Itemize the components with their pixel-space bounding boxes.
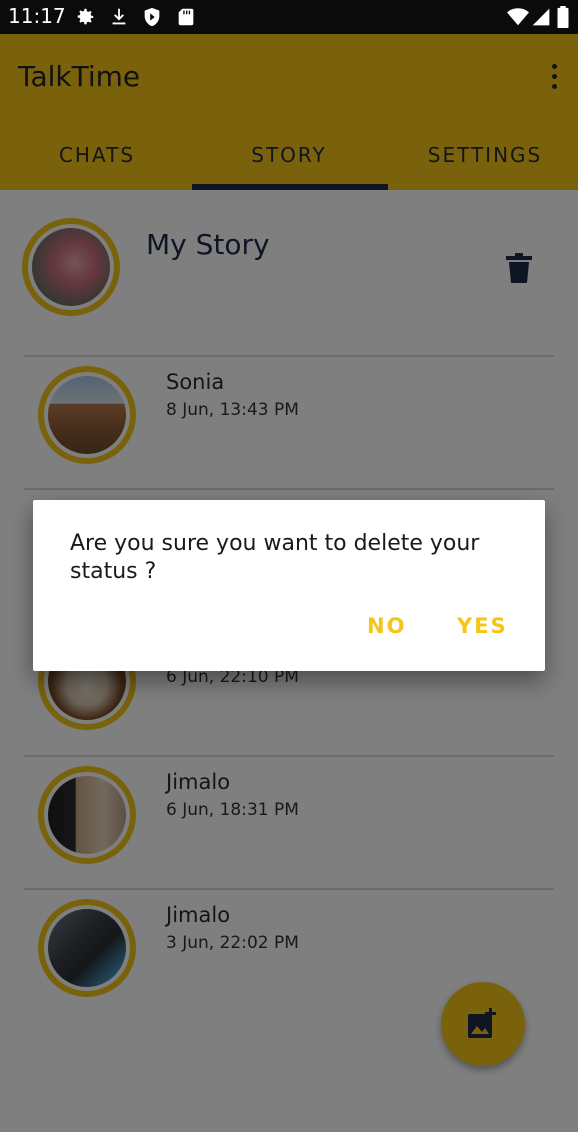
sd-card-icon <box>178 8 194 26</box>
status-time: 11:17 <box>8 4 66 28</box>
battery-icon <box>557 6 569 28</box>
dialog-message: Are you sure you want to delete your sta… <box>70 531 480 584</box>
wifi-icon <box>507 8 529 26</box>
yes-button[interactable]: YES <box>457 614 508 638</box>
no-button[interactable]: NO <box>367 614 406 638</box>
settings-icon <box>77 8 94 25</box>
status-bar: 11:17 <box>0 0 578 34</box>
download-icon <box>112 8 126 25</box>
signal-icon <box>532 8 550 26</box>
shield-play-icon <box>144 7 160 27</box>
delete-status-dialog: Are you sure you want to delete your sta… <box>33 500 545 671</box>
